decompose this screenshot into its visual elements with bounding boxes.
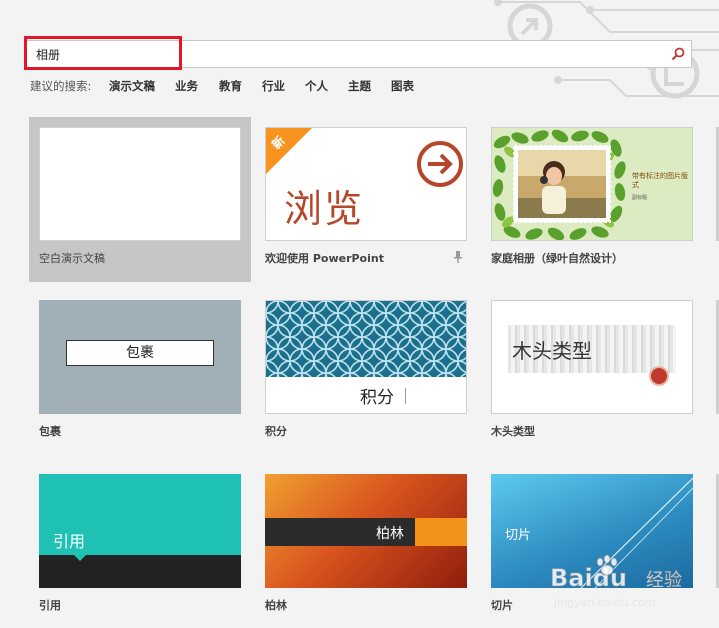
berlin-title-text: 柏林 — [376, 526, 404, 542]
suggested-searches-label: 建议的搜索: — [30, 79, 92, 93]
template-caption: 家庭相册（绿叶自然设计） — [491, 252, 623, 265]
suggestion-personal[interactable]: 个人 — [305, 78, 328, 94]
template-search-box — [26, 40, 692, 68]
parcel-title-text: 包裹 — [66, 340, 214, 366]
album-subtitle-text: 副标题 — [632, 195, 648, 201]
template-tile-family-album[interactable]: 带有标注的图片版式 副标题 家庭相册（绿叶自然设计） — [481, 117, 703, 282]
watermark-suffix: 经验 — [646, 570, 683, 592]
quote-thumbnail: 引用 — [39, 474, 241, 588]
integral-title-text: 积分 — [360, 388, 394, 408]
berlin-orange-band — [415, 518, 467, 546]
baidu-watermark: Baidu 经验 jingyan.baidu.com — [550, 554, 710, 626]
integral-thumbnail: 积分 — [265, 300, 467, 414]
template-tile-welcome[interactable]: 新 浏览 欢迎使用 PowerPoint — [255, 117, 477, 282]
quote-dark-band — [39, 555, 241, 588]
blank-thumbnail — [39, 127, 241, 241]
arrow-right-icon — [417, 141, 463, 187]
browse-text: 浏览 — [284, 187, 365, 231]
watermark-url: jingyan.baidu.com — [554, 596, 656, 609]
suggestion-presentation[interactable]: 演示文稿 — [109, 78, 155, 94]
wood-type-thumbnail: 木头类型 — [491, 300, 693, 414]
suggestion-theme[interactable]: 主题 — [348, 78, 371, 94]
wood-type-title-text: 木头类型 — [512, 339, 592, 363]
suggestion-education[interactable]: 教育 — [219, 78, 242, 94]
template-caption: 柏林 — [265, 599, 287, 612]
template-tile-berlin[interactable]: 柏林 柏林 — [255, 464, 477, 624]
text-cursor — [405, 388, 406, 404]
template-tile-parcel[interactable]: 包裹 包裹 — [29, 290, 251, 455]
template-tile-integral[interactable]: 积分 积分 — [255, 290, 477, 455]
suggestion-business[interactable]: 业务 — [175, 78, 198, 94]
template-caption: 空白演示文稿 — [39, 252, 105, 265]
template-caption: 木头类型 — [491, 425, 535, 438]
search-icon[interactable] — [671, 47, 685, 61]
album-title-text: 带有标注的图片版式 — [632, 172, 688, 189]
red-stamp-icon — [649, 366, 669, 386]
berlin-thumbnail: 柏林 — [265, 474, 467, 588]
family-album-thumbnail: 带有标注的图片版式 副标题 — [491, 127, 693, 241]
quote-title-text: 引用 — [53, 532, 86, 551]
parcel-thumbnail: 包裹 — [39, 300, 241, 414]
quote-notch-shape — [73, 554, 87, 561]
template-caption: 包裹 — [39, 425, 61, 438]
template-tile-blank[interactable]: 空白演示文稿 — [29, 117, 251, 282]
template-tile-quote[interactable]: 引用 引用 — [29, 464, 251, 624]
pin-icon[interactable] — [453, 251, 463, 263]
suggestion-chart[interactable]: 图表 — [391, 78, 414, 94]
slice-title-text: 切片 — [505, 528, 532, 543]
circle-pattern-image — [266, 301, 466, 377]
welcome-thumbnail: 新 浏览 — [265, 127, 467, 241]
template-caption: 切片 — [491, 599, 513, 612]
template-caption: 引用 — [39, 599, 61, 612]
template-caption: 积分 — [265, 425, 287, 438]
suggestion-industry[interactable]: 行业 — [262, 78, 285, 94]
template-tile-wood-type[interactable]: 木头类型 木头类型 — [481, 290, 703, 455]
template-caption: 欢迎使用 PowerPoint — [265, 252, 384, 265]
paw-icon — [596, 554, 618, 576]
search-input[interactable] — [27, 41, 647, 67]
